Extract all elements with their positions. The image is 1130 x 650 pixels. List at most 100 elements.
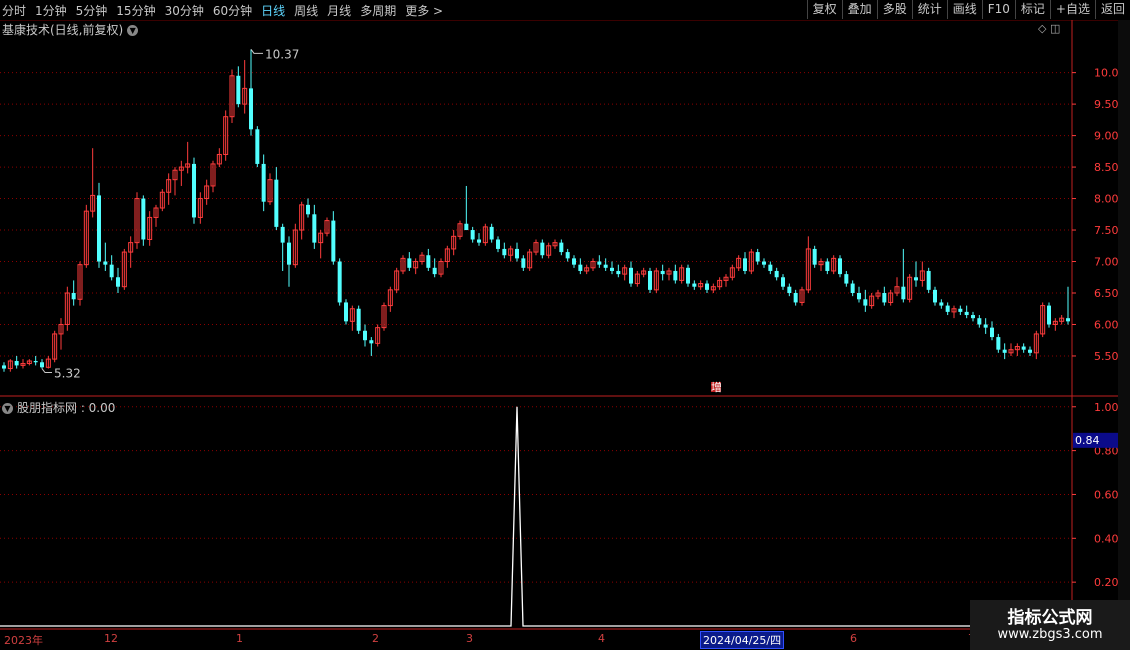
candle-body — [1002, 349, 1007, 353]
candle-body — [40, 362, 44, 368]
indicator-tick-label: 1.00 — [1094, 401, 1119, 414]
candle-body — [964, 311, 969, 316]
period-tab[interactable]: 30分钟 — [165, 2, 204, 19]
chevron-down-icon[interactable]: ▼ — [127, 25, 139, 36]
toolbar-button[interactable]: 返回 — [1094, 0, 1130, 19]
price-tick-label: 9.00 — [1094, 130, 1119, 143]
candle-body — [192, 163, 196, 218]
right-side-strip — [1118, 20, 1130, 630]
period-tab[interactable]: 60分钟 — [213, 2, 252, 19]
candle-body — [743, 258, 747, 271]
candle-body — [331, 220, 336, 262]
candle-body — [850, 283, 855, 293]
candle-body — [116, 277, 120, 287]
low-price-label: 5.32 — [54, 367, 81, 381]
toolbar-button[interactable]: 复权 — [806, 0, 842, 19]
candle-body — [306, 204, 310, 215]
candle-body — [793, 293, 798, 303]
candle-body — [1047, 305, 1051, 325]
candle-body — [926, 270, 931, 290]
candle-body — [610, 267, 614, 271]
date-axis: 2023年1212342024/04/25/四67 — [0, 630, 1130, 650]
candle-body — [236, 75, 241, 105]
low-marker — [41, 368, 52, 374]
candle-body — [983, 324, 988, 328]
candle-body — [901, 286, 906, 300]
candle-body — [933, 289, 937, 303]
candle-body — [432, 267, 437, 275]
candle-body — [673, 270, 678, 281]
indicator-panel-title: ▼ 股朋指标网 : 0.00 — [2, 399, 115, 416]
toolbar-button[interactable]: 叠加 — [841, 0, 877, 19]
candle-body — [660, 270, 665, 275]
candle-body — [996, 337, 1001, 350]
price-tick-label: 7.00 — [1094, 256, 1119, 269]
candle-body — [337, 261, 342, 303]
toolbar-button[interactable]: 多股 — [876, 0, 912, 19]
candle-body — [705, 283, 709, 290]
high-marker — [250, 49, 263, 54]
main-panel-title: 基康技术(日线,前复权) ▼ — [2, 21, 139, 38]
candle-body — [97, 195, 101, 262]
price-tick-label: 6.00 — [1094, 318, 1119, 331]
candle-body — [1028, 349, 1032, 353]
candle-body — [857, 293, 861, 300]
toolbar-button[interactable]: 画线 — [946, 0, 982, 19]
candle-body — [540, 242, 545, 256]
period-tab[interactable]: 5分钟 — [76, 2, 108, 19]
candle-body — [838, 258, 842, 275]
period-tabs: 分时 1分钟 5分钟 15分钟 30分钟 60分钟 日线 周线 月线 多周期 更多 > — [2, 0, 452, 20]
candle-body — [755, 252, 760, 262]
candle-body — [103, 261, 108, 265]
event-badge: 增 — [711, 380, 722, 394]
candle-body — [863, 299, 868, 306]
candle-body — [109, 264, 114, 278]
candle-body — [958, 308, 963, 312]
candle-body — [496, 239, 500, 249]
period-tab[interactable]: 分时 — [2, 2, 26, 19]
candle-body — [489, 226, 494, 240]
period-tab[interactable]: 日线 — [261, 2, 285, 19]
chevron-down-icon[interactable]: ▼ — [2, 403, 13, 414]
period-tab[interactable]: 更多 > — [405, 2, 443, 19]
candle-body — [914, 277, 918, 281]
candle-body — [470, 230, 475, 240]
price-chart[interactable]: 10.009.509.008.508.007.507.006.506.005.5… — [0, 20, 1130, 630]
candle-body — [1066, 318, 1070, 322]
candle-body — [559, 242, 564, 253]
date-label: 4 — [598, 632, 605, 645]
candle-body — [71, 293, 76, 300]
candle-body — [812, 248, 817, 265]
date-label: 2023年 — [4, 634, 43, 647]
price-tick-label: 8.00 — [1094, 193, 1119, 206]
current-value-text: 0.84 — [1075, 434, 1100, 447]
candle-body — [426, 255, 431, 268]
period-tab[interactable]: 15分钟 — [116, 2, 155, 19]
watermark: 指标公式网 www.zbgs3.com — [970, 600, 1130, 650]
toolbar-button[interactable]: +自选 — [1049, 0, 1095, 19]
toolbar-button[interactable]: 标记 — [1014, 0, 1050, 19]
price-tick-label: 7.50 — [1094, 224, 1119, 237]
candle-body — [616, 270, 621, 275]
candle-body — [363, 330, 367, 341]
candle-body — [825, 261, 830, 271]
period-tab[interactable]: 周线 — [294, 2, 318, 19]
candle-body — [565, 252, 570, 259]
period-tab[interactable]: 1分钟 — [35, 2, 67, 19]
toolbar-button[interactable]: F10 — [981, 0, 1015, 19]
candle-body — [515, 248, 519, 259]
candle-body — [141, 198, 146, 240]
indicator-line — [0, 406, 1072, 627]
candle-body — [977, 318, 982, 325]
candle-body — [407, 258, 412, 268]
candle-body — [774, 270, 779, 278]
period-tab[interactable]: 多周期 — [360, 2, 396, 19]
period-tab[interactable]: 月线 — [327, 2, 351, 19]
date-label: 1 — [236, 632, 243, 645]
price-tick-label: 5.50 — [1094, 350, 1119, 363]
candle-body — [603, 264, 608, 268]
toolbar-button[interactable]: 统计 — [911, 0, 947, 19]
candle-body — [344, 302, 348, 322]
panel-controls[interactable]: ◇ ◫ — [1038, 22, 1060, 35]
toolbar-buttons: 复权 叠加 多股 统计 画线 F10 标记 +自选 返回 — [806, 0, 1130, 20]
